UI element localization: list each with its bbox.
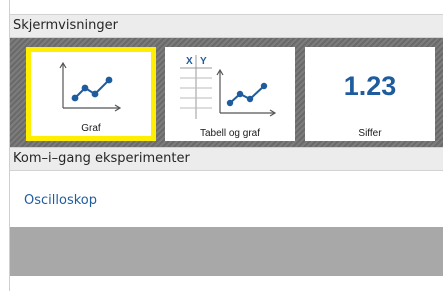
get-started-header: Kom–i–gang eksperimenter	[10, 147, 443, 171]
tile-graph-label: Graf	[81, 123, 101, 134]
page: Skjermvisninger Graf X Y Tabell og graf …	[0, 0, 443, 291]
experiments-list: Oscilloskop	[10, 171, 443, 227]
tile-table-graph[interactable]: X Y Tabell og graf	[165, 47, 295, 141]
table-x-header: X	[186, 56, 193, 67]
graph-icon	[59, 61, 122, 112]
screen-views-tiles: Graf X Y Tabell og graf 1.23 Siffer	[10, 38, 443, 147]
screen-views-header: Skjermvisninger	[10, 14, 443, 38]
tile-digits-label: Siffer	[358, 128, 382, 139]
experiment-panel: Skjermvisninger Graf X Y Tabell og graf …	[9, 0, 443, 291]
digits-icon: 1.23	[343, 71, 397, 101]
table-graph-icon: X Y	[180, 55, 277, 119]
table-y-header: Y	[200, 56, 207, 67]
experiment-link-oscilloscope[interactable]: Oscilloskop	[24, 193, 97, 208]
tile-table-graph-label: Tabell og graf	[199, 128, 261, 139]
tile-digits[interactable]: 1.23 Siffer	[305, 47, 435, 141]
empty-area	[10, 227, 443, 276]
tile-graph[interactable]: Graf	[26, 47, 156, 141]
